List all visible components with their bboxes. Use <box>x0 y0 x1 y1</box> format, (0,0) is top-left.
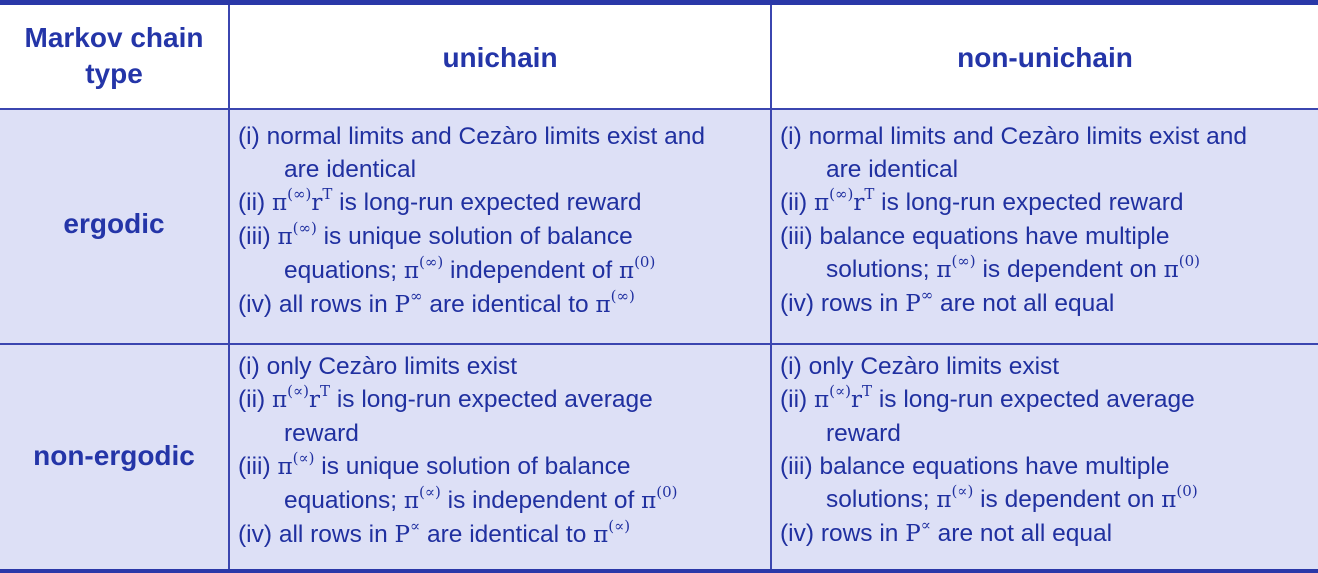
column-divider-1 <box>228 5 230 569</box>
column-divider-2 <box>770 5 772 569</box>
header-type: Markov chain type <box>0 20 228 92</box>
cell-line: (iii) π(∝) is unique solution of balance <box>238 449 631 481</box>
cell-line: (iii) balance equations have multiple <box>780 223 1170 250</box>
cell-line: (ii) π(∞)rT is long-run expected reward <box>238 185 642 217</box>
cell-line: (iv) all rows in P∞ are identical to π(∞… <box>238 287 635 319</box>
cell-line: (ii) π(∝)rT is long-run expected average <box>780 382 1195 414</box>
cell-nonergodic-nonunichain: (i) only Cezàro limits exist (ii) π(∝)rT… <box>780 350 1198 551</box>
row-label-ergodic: ergodic <box>63 208 165 239</box>
cell-line: solutions; π(∞) is dependent on π(0) <box>826 252 1201 284</box>
header-unichain: unichain <box>442 42 558 73</box>
cell-line: (iv) rows in P∝ are not all equal <box>780 516 1113 548</box>
header-nonunichain: non-unichain <box>957 42 1133 73</box>
header-divider <box>0 108 1318 110</box>
cell-line: (i) only Cezàro limits exist <box>238 353 518 380</box>
cell-ergodic-unichain: (i) normal limits and Cezàro limits exis… <box>238 120 705 322</box>
header-type-line2: type <box>85 58 143 89</box>
table-top-border <box>0 0 1318 5</box>
cell-line: equations; π(∝) is independent of π(0) <box>284 483 678 515</box>
cell-nonergodic-unichain: (i) only Cezàro limits exist (ii) π(∝)rT… <box>238 350 677 552</box>
cell-line: are identical <box>284 156 417 183</box>
cell-line: are identical <box>826 156 959 183</box>
cell-line: reward <box>284 420 359 447</box>
header-type-line1: Markov chain <box>24 22 204 53</box>
cell-line: solutions; π(∝) is dependent on π(0) <box>826 482 1198 514</box>
markov-chain-table: Markov chain type unichain non-unichain … <box>0 0 1318 573</box>
row-divider <box>0 343 1318 345</box>
cell-line: (ii) π(∞)rT is long-run expected reward <box>780 185 1184 217</box>
table-bottom-border <box>0 569 1318 573</box>
cell-ergodic-nonunichain: (i) normal limits and Cezàro limits exis… <box>780 120 1247 321</box>
cell-line: (iii) balance equations have multiple <box>780 453 1170 480</box>
cell-line: (i) normal limits and Cezàro limits exis… <box>238 123 705 150</box>
cell-line: (iii) π(∞) is unique solution of balance <box>238 219 633 251</box>
cell-line: equations; π(∞) independent of π(0) <box>284 253 656 285</box>
cell-line: (iv) all rows in P∝ are identical to π(∝… <box>238 517 631 549</box>
cell-line: (ii) π(∝)rT is long-run expected average <box>238 382 653 414</box>
cell-line: (i) only Cezàro limits exist <box>780 353 1060 380</box>
row-label-nonergodic: non-ergodic <box>33 440 195 471</box>
cell-line: reward <box>826 420 901 447</box>
cell-line: (i) normal limits and Cezàro limits exis… <box>780 123 1247 150</box>
cell-line: (iv) rows in P∞ are not all equal <box>780 286 1115 318</box>
